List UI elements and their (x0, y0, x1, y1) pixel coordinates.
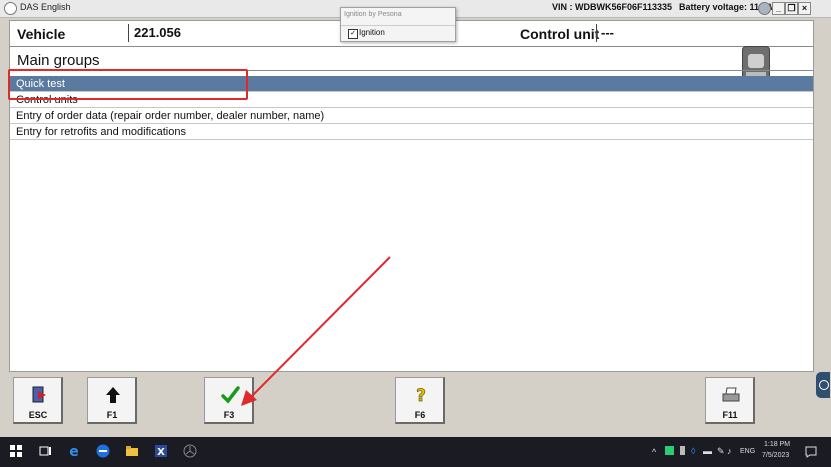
tray-bluetooth-icon[interactable]: ◊ (691, 446, 695, 456)
list-item-retrofits[interactable]: Entry for retrofits and modifications (10, 124, 813, 140)
battery-status-icon (758, 2, 771, 15)
tray-pen-icon[interactable]: ✎ (717, 446, 725, 457)
tray-network-icon[interactable]: ▬ (703, 446, 712, 456)
vehicle-value: 221.056 (134, 25, 181, 40)
close-button[interactable]: × (798, 2, 811, 15)
f3-button[interactable]: F3 (204, 377, 254, 424)
tray-battery-icon[interactable] (680, 446, 685, 455)
control-unit-label: Control unit (520, 26, 600, 42)
vci-device-icon (742, 46, 770, 80)
side-tab-button[interactable] (816, 372, 830, 398)
f11-label: F11 (722, 410, 738, 420)
minimize-button[interactable]: _ (772, 2, 785, 15)
ignition-popup: Ignition by Pesona ✓ Ignition (340, 7, 456, 42)
main-groups-title: Main groups (17, 52, 100, 69)
tray-app-icon[interactable] (665, 446, 674, 455)
notifications-icon[interactable] (804, 445, 818, 459)
f3-label: F3 (223, 410, 235, 420)
help-question-icon: ? (411, 386, 431, 407)
file-explorer-icon[interactable] (125, 444, 139, 458)
vehicle-field: 221.056 (128, 24, 341, 42)
control-unit-value: --- (601, 25, 614, 40)
f1-label: F1 (106, 410, 118, 420)
tray-language[interactable]: ENG (740, 448, 755, 455)
mercedes-star-icon (4, 2, 17, 15)
esc-button[interactable]: ESC (13, 377, 63, 424)
highlight-annotation (8, 69, 248, 100)
ignition-checkbox[interactable]: ✓ (348, 29, 358, 39)
tray-volume-icon[interactable]: ♪ (727, 446, 732, 456)
vehicle-label: Vehicle (17, 26, 66, 42)
f1-button[interactable]: F1 (87, 377, 137, 424)
task-view-icon[interactable] (38, 444, 52, 458)
f11-button[interactable]: F11 (705, 377, 755, 424)
list-item-order-data[interactable]: Entry of order data (repair order number… (10, 108, 813, 124)
maximize-button[interactable]: ❐ (785, 2, 798, 15)
edge-browser-icon[interactable]: e (67, 444, 81, 460)
teamviewer-icon[interactable] (96, 444, 110, 458)
app-title: DAS English (20, 2, 71, 12)
exit-door-icon (29, 386, 49, 404)
ignition-label: Ignition (359, 28, 385, 37)
ignition-popup-title: Ignition by Pesona (344, 11, 402, 18)
taskbar: e X ^ ◊ ▬ ✎ ♪ ENG 1:18 PM 7/5/2023 (0, 437, 831, 467)
tray-date[interactable]: 7/5/2023 (762, 452, 789, 459)
svg-text:X: X (157, 447, 165, 458)
windows-start-icon[interactable] (9, 444, 23, 458)
f6-button[interactable]: ? F6 (395, 377, 445, 424)
xentry-app-icon[interactable]: X (154, 444, 168, 458)
control-unit-field: --- (596, 24, 814, 42)
svg-text:e: e (69, 444, 79, 458)
tray-chevron-icon[interactable]: ^ (652, 447, 656, 457)
das-star-icon[interactable] (183, 444, 197, 458)
svg-text:?: ? (416, 386, 426, 404)
printer-icon (721, 386, 741, 404)
up-arrow-icon (103, 386, 123, 404)
tray-time[interactable]: 1:18 PM (764, 441, 790, 448)
vin-readout: VIN : WDBWK56F06F113335 (552, 2, 673, 12)
f6-label: F6 (414, 410, 426, 420)
checkmark-icon (220, 386, 240, 404)
esc-label: ESC (28, 410, 48, 420)
